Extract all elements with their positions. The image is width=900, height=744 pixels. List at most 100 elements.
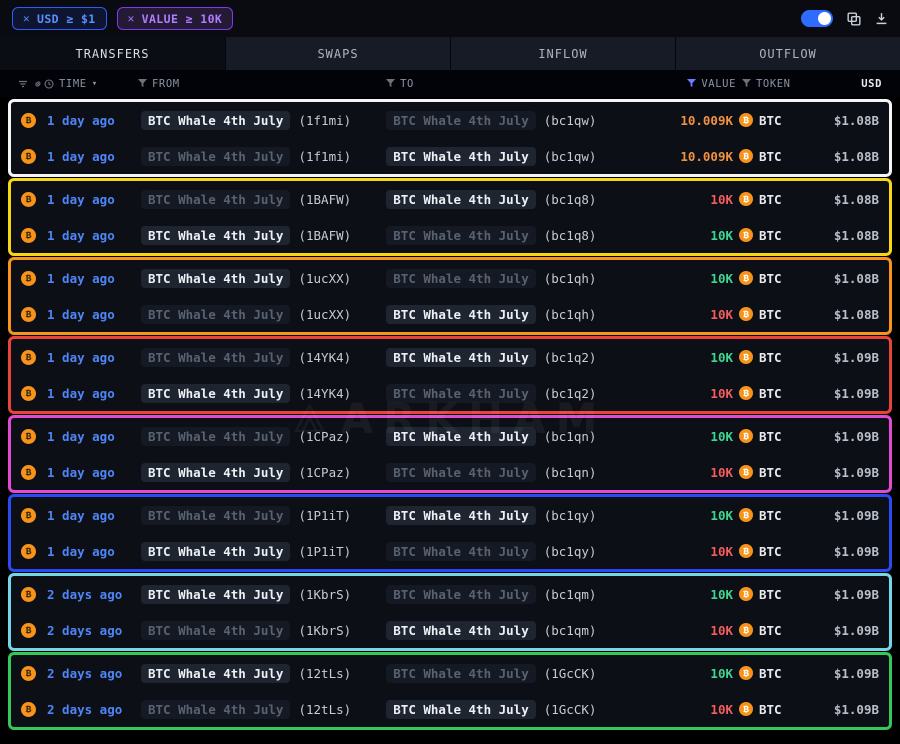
to-entity-badge[interactable]: BTC Whale 4th July	[386, 542, 535, 561]
to-entity-badge[interactable]: BTC Whale 4th July	[386, 621, 535, 640]
from-address[interactable]: (1CPaz)	[298, 429, 351, 444]
transfer-row[interactable]: ₿1 day agoBTC Whale 4th July(14YK4)BTC W…	[11, 375, 889, 411]
to-entity-badge[interactable]: BTC Whale 4th July	[386, 226, 535, 245]
to-address[interactable]: (bc1qh)	[544, 307, 597, 322]
to-address[interactable]: (bc1qy)	[544, 544, 597, 559]
link-icon[interactable]	[33, 79, 43, 89]
from-entity-badge[interactable]: BTC Whale 4th July	[141, 585, 290, 604]
token-cell[interactable]: ₿BTC	[739, 508, 809, 523]
from-entity-badge[interactable]: BTC Whale 4th July	[141, 190, 290, 209]
from-address[interactable]: (1f1mi)	[298, 149, 351, 164]
to-address[interactable]: (1GcCK)	[544, 666, 597, 681]
from-entity-badge[interactable]: BTC Whale 4th July	[141, 700, 290, 719]
header-token[interactable]: TOKEN	[742, 78, 812, 90]
to-address[interactable]: (1GcCK)	[544, 702, 597, 717]
from-entity-badge[interactable]: BTC Whale 4th July	[141, 305, 290, 324]
from-address[interactable]: (1BAFW)	[298, 192, 351, 207]
to-entity-badge[interactable]: BTC Whale 4th July	[386, 585, 535, 604]
token-cell[interactable]: ₿BTC	[739, 666, 809, 681]
transfer-row[interactable]: ₿2 days agoBTC Whale 4th July(1KbrS)BTC …	[11, 576, 889, 612]
transfer-row[interactable]: ₿1 day agoBTC Whale 4th July(1CPaz)BTC W…	[11, 418, 889, 454]
from-entity-badge[interactable]: BTC Whale 4th July	[141, 427, 290, 446]
to-entity-badge[interactable]: BTC Whale 4th July	[386, 506, 535, 525]
from-entity-badge[interactable]: BTC Whale 4th July	[141, 384, 290, 403]
tab-outflow[interactable]: OUTFLOW	[675, 37, 900, 70]
token-cell[interactable]: ₿BTC	[739, 623, 809, 638]
to-address[interactable]: (bc1q8)	[544, 228, 597, 243]
to-address[interactable]: (bc1qn)	[544, 429, 597, 444]
to-entity-badge[interactable]: BTC Whale 4th July	[386, 348, 535, 367]
to-address[interactable]: (bc1q2)	[544, 386, 597, 401]
transfer-row[interactable]: ₿1 day agoBTC Whale 4th July(1P1iT)BTC W…	[11, 497, 889, 533]
from-entity-badge[interactable]: BTC Whale 4th July	[141, 269, 290, 288]
to-address[interactable]: (bc1qy)	[544, 508, 597, 523]
from-entity-badge[interactable]: BTC Whale 4th July	[141, 542, 290, 561]
header-value[interactable]: VALUE	[658, 78, 736, 90]
token-cell[interactable]: ₿BTC	[739, 228, 809, 243]
from-address[interactable]: (1P1iT)	[298, 544, 351, 559]
transfer-row[interactable]: ₿1 day agoBTC Whale 4th July(1BAFW)BTC W…	[11, 217, 889, 253]
from-address[interactable]: (1KbrS)	[298, 587, 351, 602]
token-cell[interactable]: ₿BTC	[739, 465, 809, 480]
to-address[interactable]: (bc1qn)	[544, 465, 597, 480]
from-address[interactable]: (12tLs)	[298, 666, 351, 681]
from-entity-badge[interactable]: BTC Whale 4th July	[141, 621, 290, 640]
to-entity-badge[interactable]: BTC Whale 4th July	[386, 463, 535, 482]
from-address[interactable]: (14YK4)	[298, 386, 351, 401]
token-cell[interactable]: ₿BTC	[739, 386, 809, 401]
transfer-row[interactable]: ₿1 day agoBTC Whale 4th July(1ucXX)BTC W…	[11, 296, 889, 332]
to-address[interactable]: (bc1qm)	[544, 587, 597, 602]
token-cell[interactable]: ₿BTC	[739, 307, 809, 322]
tab-swaps[interactable]: SWAPS	[225, 37, 450, 70]
to-address[interactable]: (bc1qw)	[544, 113, 597, 128]
from-address[interactable]: (1KbrS)	[298, 623, 351, 638]
transfer-row[interactable]: ₿1 day agoBTC Whale 4th July(14YK4)BTC W…	[11, 339, 889, 375]
to-entity-badge[interactable]: BTC Whale 4th July	[386, 190, 535, 209]
transfer-row[interactable]: ₿1 day agoBTC Whale 4th July(1BAFW)BTC W…	[11, 181, 889, 217]
token-cell[interactable]: ₿BTC	[739, 587, 809, 602]
funnel-icon[interactable]	[386, 79, 395, 88]
token-cell[interactable]: ₿BTC	[739, 544, 809, 559]
to-address[interactable]: (bc1qh)	[544, 271, 597, 286]
from-entity-badge[interactable]: BTC Whale 4th July	[141, 147, 290, 166]
from-address[interactable]: (14YK4)	[298, 350, 351, 365]
to-address[interactable]: (bc1q8)	[544, 192, 597, 207]
to-entity-badge[interactable]: BTC Whale 4th July	[386, 700, 535, 719]
to-entity-badge[interactable]: BTC Whale 4th July	[386, 305, 535, 324]
from-address[interactable]: (12tLs)	[298, 702, 351, 717]
from-entity-badge[interactable]: BTC Whale 4th July	[141, 664, 290, 683]
transfer-row[interactable]: ₿1 day agoBTC Whale 4th July(1f1mi)BTC W…	[11, 102, 889, 138]
transfer-row[interactable]: ₿1 day agoBTC Whale 4th July(1f1mi)BTC W…	[11, 138, 889, 174]
from-entity-badge[interactable]: BTC Whale 4th July	[141, 463, 290, 482]
to-address[interactable]: (bc1q2)	[544, 350, 597, 365]
remove-filter-icon[interactable]: ✕	[128, 12, 135, 25]
token-cell[interactable]: ₿BTC	[739, 113, 809, 128]
from-entity-badge[interactable]: BTC Whale 4th July	[141, 111, 290, 130]
from-address[interactable]: (1ucXX)	[298, 271, 351, 286]
to-entity-badge[interactable]: BTC Whale 4th July	[386, 384, 535, 403]
funnel-icon[interactable]	[138, 79, 147, 88]
token-cell[interactable]: ₿BTC	[739, 429, 809, 444]
to-entity-badge[interactable]: BTC Whale 4th July	[386, 427, 535, 446]
transfer-row[interactable]: ₿1 day agoBTC Whale 4th July(1ucXX)BTC W…	[11, 260, 889, 296]
transfer-row[interactable]: ₿2 days agoBTC Whale 4th July(12tLs)BTC …	[11, 691, 889, 727]
token-cell[interactable]: ₿BTC	[739, 192, 809, 207]
header-from[interactable]: FROM	[138, 78, 380, 90]
tab-transfers[interactable]: TRANSFERS	[0, 37, 225, 70]
from-entity-badge[interactable]: BTC Whale 4th July	[141, 506, 290, 525]
transfer-row[interactable]: ₿1 day agoBTC Whale 4th July(1P1iT)BTC W…	[11, 533, 889, 569]
tab-inflow[interactable]: INFLOW	[450, 37, 675, 70]
transfer-row[interactable]: ₿2 days agoBTC Whale 4th July(12tLs)BTC …	[11, 655, 889, 691]
from-address[interactable]: (1CPaz)	[298, 465, 351, 480]
toggle-switch[interactable]	[801, 10, 833, 27]
token-cell[interactable]: ₿BTC	[739, 271, 809, 286]
to-entity-badge[interactable]: BTC Whale 4th July	[386, 664, 535, 683]
from-address[interactable]: (1ucXX)	[298, 307, 351, 322]
from-address[interactable]: (1P1iT)	[298, 508, 351, 523]
filter-chip-usd[interactable]: ✕ USD ≥ $1	[12, 7, 107, 30]
to-entity-badge[interactable]: BTC Whale 4th July	[386, 147, 535, 166]
token-cell[interactable]: ₿BTC	[739, 350, 809, 365]
filter-slider-icon[interactable]	[18, 79, 28, 89]
from-address[interactable]: (1f1mi)	[298, 113, 351, 128]
header-to[interactable]: TO	[386, 78, 652, 90]
